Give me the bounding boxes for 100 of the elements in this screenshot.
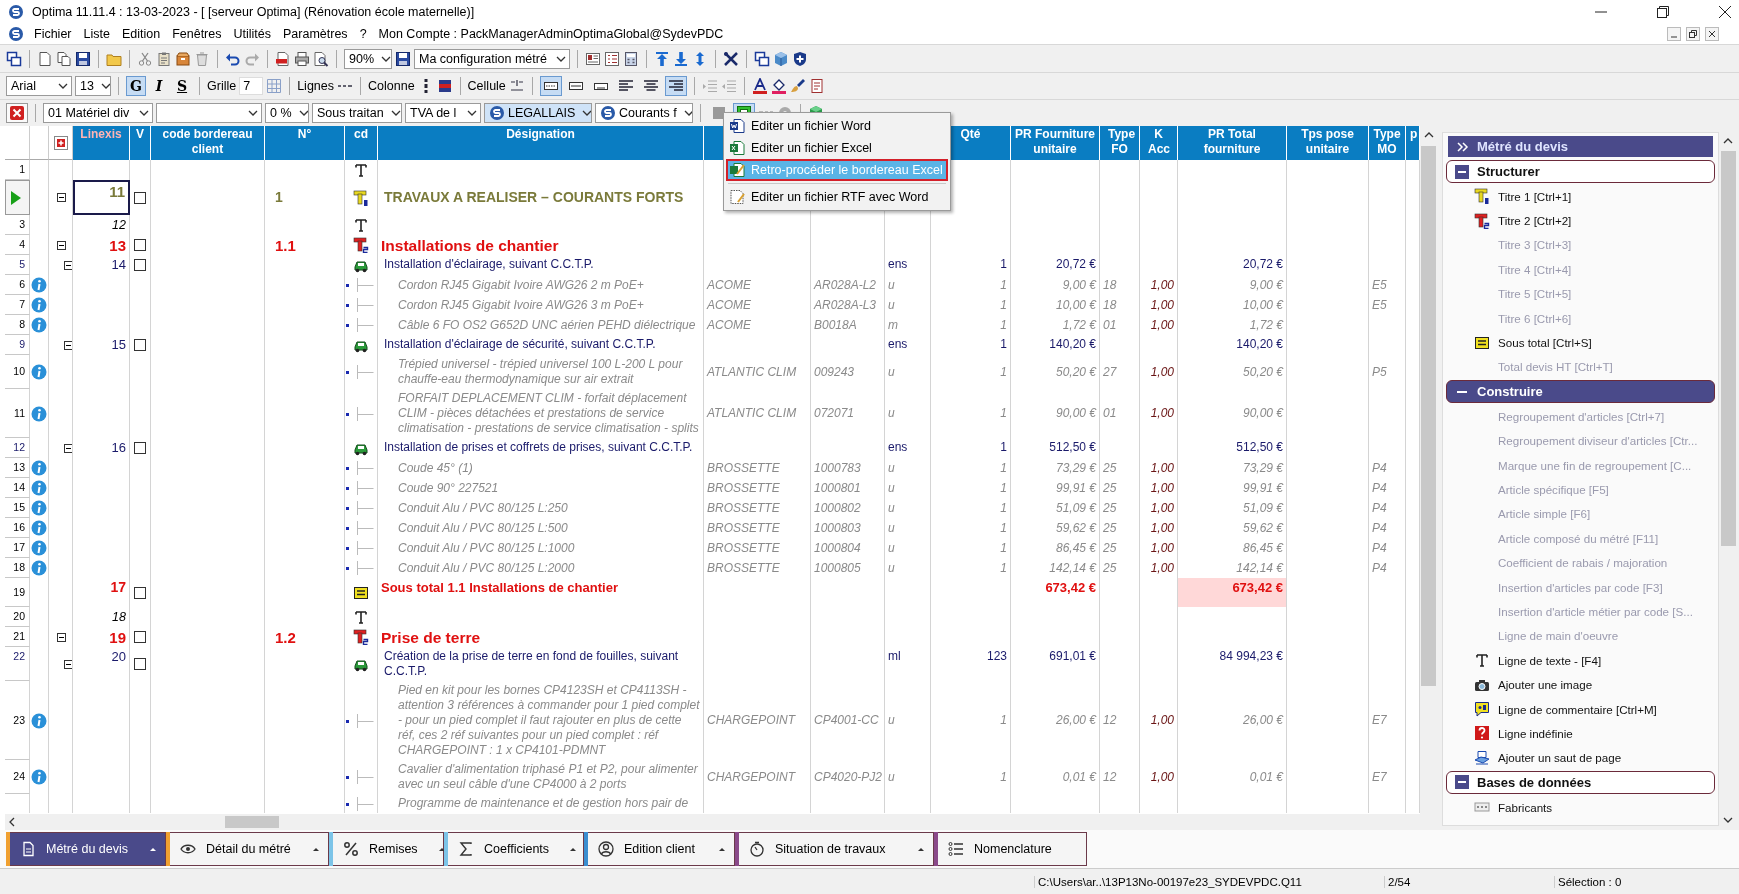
caret-icon[interactable] bbox=[718, 845, 726, 853]
row-number[interactable]: 6 bbox=[5, 275, 30, 295]
filter-dropdown[interactable]: Courants f bbox=[595, 103, 693, 123]
checkbox[interactable] bbox=[134, 239, 146, 251]
close-icon[interactable] bbox=[1717, 4, 1733, 20]
paint-bucket-icon[interactable] bbox=[770, 78, 787, 94]
checkbox[interactable] bbox=[134, 631, 146, 643]
bottom-tab[interactable]: Détail du métré bbox=[166, 832, 329, 866]
column-header[interactable]: Type MO bbox=[1369, 126, 1406, 160]
caret-icon[interactable] bbox=[149, 845, 157, 853]
horizontal-scrollbar[interactable] bbox=[5, 814, 1420, 830]
checkbox[interactable] bbox=[134, 339, 146, 351]
arrow-down-icon[interactable] bbox=[673, 50, 689, 67]
arrow-up-icon[interactable] bbox=[654, 50, 670, 67]
bottom-tab[interactable]: Situation de travaux bbox=[735, 832, 934, 866]
line-number[interactable]: 11 bbox=[73, 180, 130, 215]
printer-icon[interactable] bbox=[294, 50, 310, 67]
row-number[interactable]: 15 bbox=[5, 498, 30, 518]
font-dropdown[interactable]: Arial bbox=[6, 76, 72, 96]
list-icon[interactable] bbox=[604, 50, 620, 67]
collapse-toggle[interactable] bbox=[57, 632, 66, 642]
panel-item[interactable]: Ligne de commentaire [Ctrl+M] bbox=[1446, 696, 1715, 722]
info-icon[interactable] bbox=[31, 297, 47, 313]
checkbox[interactable] bbox=[134, 442, 146, 454]
panel-item[interactable]: Ligne indéfinie bbox=[1446, 721, 1715, 746]
grid-size-field[interactable]: 7 bbox=[239, 77, 264, 95]
row-number[interactable]: 5 bbox=[5, 255, 30, 275]
minimize-icon[interactable] bbox=[1667, 27, 1681, 41]
info-icon[interactable] bbox=[31, 480, 47, 496]
column-header[interactable]: cd bbox=[345, 126, 378, 160]
report-icon[interactable] bbox=[808, 78, 825, 94]
caret-icon[interactable] bbox=[569, 845, 578, 853]
row-number[interactable]: 20 bbox=[5, 607, 30, 627]
row-number[interactable]: 24 bbox=[5, 760, 30, 794]
collapse-icon[interactable] bbox=[1455, 164, 1469, 179]
page-icon[interactable] bbox=[37, 50, 53, 67]
bottom-tab[interactable]: Métré du devis bbox=[6, 832, 166, 866]
row-number[interactable]: 1 bbox=[5, 160, 30, 180]
group-header[interactable]: Structurer bbox=[1446, 160, 1715, 183]
checkbox[interactable] bbox=[134, 658, 146, 670]
row-number[interactable]: 18 bbox=[5, 558, 30, 578]
underline-button[interactable]: S bbox=[172, 76, 192, 96]
line-number[interactable]: 20 bbox=[73, 647, 130, 681]
column-header[interactable]: Type FO bbox=[1100, 126, 1140, 160]
scrollbar-thumb[interactable] bbox=[225, 816, 279, 828]
row-number[interactable]: 14 bbox=[5, 478, 30, 498]
line-number[interactable]: 18 bbox=[73, 607, 130, 627]
tools-icon[interactable] bbox=[723, 50, 739, 67]
caret-icon[interactable] bbox=[917, 845, 925, 853]
checkbox[interactable] bbox=[134, 191, 146, 204]
caret-icon[interactable] bbox=[312, 845, 320, 853]
panel-item[interactable]: Ajouter une image bbox=[1446, 672, 1715, 697]
package-icon[interactable] bbox=[175, 50, 191, 67]
filter-dropdown[interactable]: TVA de l bbox=[405, 103, 481, 123]
row-style-button[interactable] bbox=[539, 76, 562, 96]
row-number[interactable]: 4 bbox=[5, 235, 30, 255]
row-number[interactable]: 19 bbox=[5, 578, 30, 607]
pdf-icon[interactable] bbox=[275, 50, 291, 67]
line-number[interactable]: 16 bbox=[73, 438, 130, 458]
configuration-dropdown[interactable]: Ma configuration métré bbox=[414, 48, 570, 69]
column-header[interactable]: Tps pose unitaire bbox=[1287, 126, 1369, 160]
italic-button[interactable]: I bbox=[149, 76, 169, 96]
zoom-dropdown[interactable]: 90% bbox=[344, 48, 392, 69]
filter-dropdown[interactable]: 01 Matériel div bbox=[43, 103, 153, 123]
close-button[interactable] bbox=[6, 103, 28, 123]
panel-item[interactable]: Fabricants bbox=[1446, 795, 1715, 820]
floppy-icon[interactable] bbox=[395, 50, 411, 67]
text-color-icon[interactable] bbox=[751, 78, 768, 94]
windows-icon[interactable] bbox=[6, 50, 22, 67]
panel-item[interactable]: Sous total [Ctrl+S] bbox=[1446, 330, 1715, 355]
collapse-toggle[interactable] bbox=[64, 340, 72, 350]
line-number[interactable]: 17 bbox=[73, 578, 130, 607]
bottom-tab[interactable]: Remises bbox=[329, 832, 444, 866]
font-size-dropdown[interactable]: 13 bbox=[75, 76, 111, 96]
line-number[interactable]: 15 bbox=[73, 335, 130, 355]
row-number[interactable]: 8 bbox=[5, 315, 30, 335]
column-style-icon[interactable] bbox=[436, 78, 453, 94]
logo-icon[interactable] bbox=[8, 26, 24, 42]
line-number[interactable]: 19 bbox=[73, 627, 130, 647]
row-number[interactable]: 13 bbox=[5, 458, 30, 478]
row-number[interactable]: 3 bbox=[5, 215, 30, 235]
bottom-tab[interactable]: Nomenclature bbox=[934, 832, 1087, 866]
panel-item[interactable]: Titre 1 [Ctrl+1] bbox=[1446, 184, 1715, 209]
checkbox[interactable] bbox=[134, 586, 146, 599]
menu-item[interactable]: Utilités bbox=[227, 27, 277, 41]
checkbox[interactable] bbox=[134, 259, 146, 271]
restore-icon[interactable] bbox=[1686, 27, 1700, 41]
panel-item[interactable]: Titre 2 [Ctrl+2] bbox=[1446, 208, 1715, 233]
card-icon[interactable] bbox=[585, 50, 601, 67]
double-chevron-icon[interactable] bbox=[1456, 139, 1469, 154]
info-icon[interactable] bbox=[31, 560, 47, 576]
bold-button[interactable]: G bbox=[126, 76, 146, 96]
menu-item[interactable]: Liste bbox=[77, 27, 116, 41]
column-header[interactable]: PR Fourniture unitaire bbox=[1011, 126, 1100, 160]
collapse-toggle[interactable] bbox=[57, 193, 66, 202]
info-icon[interactable] bbox=[31, 769, 47, 785]
menu-item[interactable]: Fenêtres bbox=[166, 27, 228, 41]
close-icon[interactable] bbox=[1705, 27, 1719, 41]
column-header[interactable]: V bbox=[130, 126, 151, 160]
collapse-toggle[interactable] bbox=[64, 260, 72, 270]
